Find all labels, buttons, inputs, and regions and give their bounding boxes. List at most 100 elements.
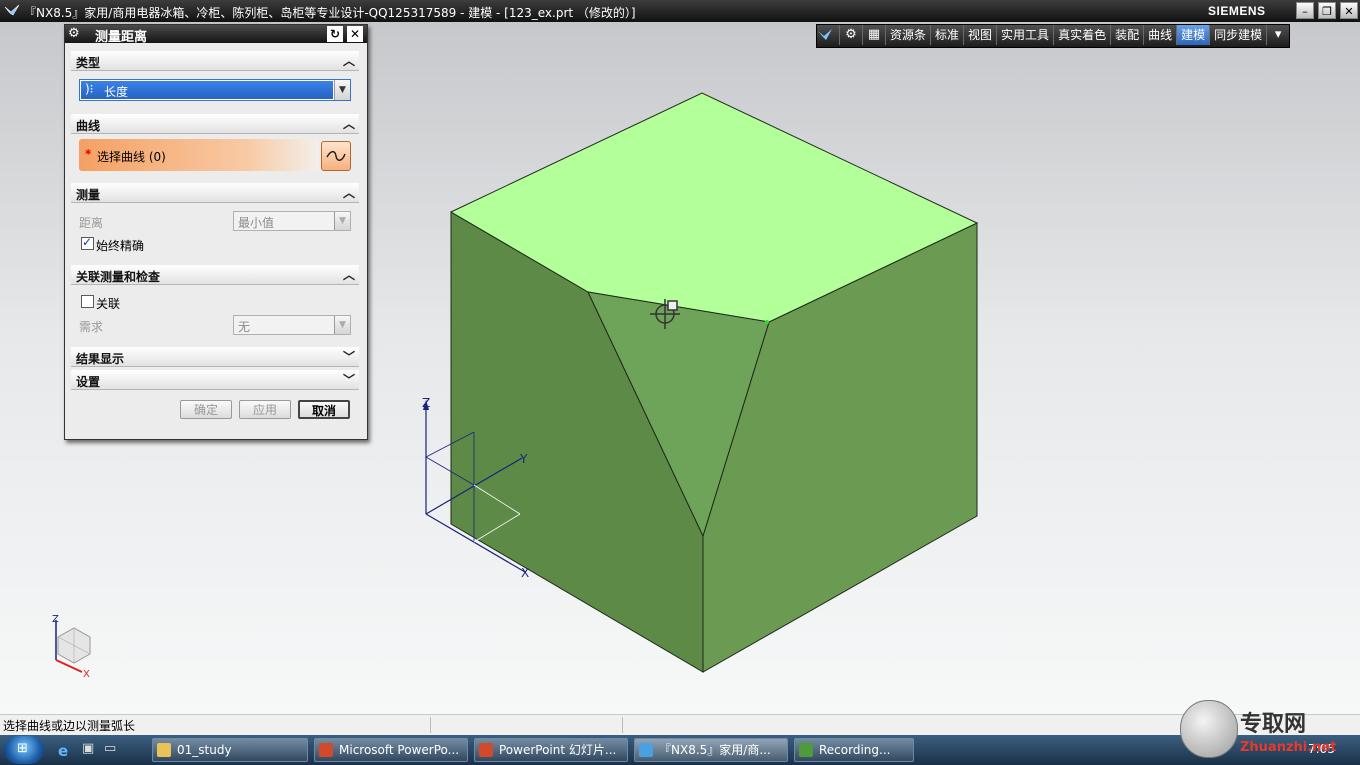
collapse-icon[interactable]: ︿ xyxy=(343,266,355,283)
task-slideshow[interactable]: PowerPoint 幻灯片... xyxy=(474,738,628,762)
task-recording[interactable]: Recording... xyxy=(794,738,914,762)
reset-icon[interactable]: ↻ xyxy=(327,26,343,42)
type-select[interactable]: )⁝ 长度 ▼ xyxy=(79,79,351,101)
chevron-down-icon[interactable]: ▼ xyxy=(334,212,350,230)
nx-icon xyxy=(639,743,653,757)
toolbar-tab-view[interactable]: 视图 xyxy=(964,25,998,45)
requirement-select[interactable]: 无 ▼ xyxy=(233,315,351,335)
apply-button[interactable]: 应用 xyxy=(239,400,291,419)
requirement-value: 无 xyxy=(238,320,251,334)
distance-select[interactable]: 最小值 ▼ xyxy=(233,211,351,231)
ie-icon[interactable]: e xyxy=(58,742,68,760)
collapse-icon[interactable]: ︿ xyxy=(343,115,355,132)
wcs-axis-z-label: Z xyxy=(422,396,430,410)
always-accurate-label: 始终精确 xyxy=(96,239,145,253)
watermark-ball-icon xyxy=(1180,700,1238,758)
associative-checkbox[interactable] xyxy=(81,295,94,308)
close-button[interactable]: ✕ xyxy=(1340,2,1358,19)
curve-icon xyxy=(326,150,346,161)
wcs-axis-x-label: X xyxy=(521,566,529,580)
folder-icon xyxy=(157,743,171,757)
distance-value: 最小值 xyxy=(238,216,275,230)
nx-menu-icon[interactable] xyxy=(817,25,840,45)
section-measure-header[interactable]: 测量 ︿ xyxy=(71,183,359,203)
section-type-header[interactable]: 类型 ︿ xyxy=(71,51,359,71)
section-assoc-header[interactable]: 关联测量和检查 ︿ xyxy=(71,265,359,285)
watermark-cn: 专取网 xyxy=(1240,711,1307,737)
cancel-button[interactable]: 取消 xyxy=(298,400,350,419)
toolbar-tab-resource[interactable]: 资源条 xyxy=(886,25,932,45)
expand-icon[interactable]: ﹀ xyxy=(343,348,355,365)
required-marker: * xyxy=(85,147,92,161)
associative-label: 关联 xyxy=(96,297,121,311)
chevron-down-icon[interactable]: ▼ xyxy=(334,316,350,334)
status-divider xyxy=(430,717,431,733)
section-assoc-label: 关联测量和检查 xyxy=(76,270,161,284)
minimize-button[interactable]: – xyxy=(1296,2,1314,19)
task-powerpoint[interactable]: Microsoft PowerPo... xyxy=(314,738,468,762)
curve-picker-button[interactable] xyxy=(321,141,351,171)
select-curve-label: 选择曲线 (0) xyxy=(97,150,166,164)
taskbar: ⊞ e ▣ ▭ 01_study Microsoft PowerPo... Po… xyxy=(0,735,1360,765)
toolbar-tab-assembly[interactable]: 装配 xyxy=(1111,25,1145,45)
powerpoint-icon xyxy=(319,743,333,757)
expand-icon[interactable]: ﹀ xyxy=(343,371,355,388)
task-folder-study[interactable]: 01_study xyxy=(152,738,308,762)
grid-icon[interactable]: ▦ xyxy=(863,25,886,45)
watermark-url: Zhuanzhi.net xyxy=(1240,740,1337,755)
toolbar-tab-curve[interactable]: 曲线 xyxy=(1144,25,1178,45)
check-icon: ✓ xyxy=(82,235,93,249)
wcs-axis-y-label: Y xyxy=(519,452,528,466)
task-label: 01_study xyxy=(177,743,232,757)
collapse-icon[interactable]: ︿ xyxy=(343,52,355,69)
triad-axis-x-label: X xyxy=(83,669,90,680)
restore-button[interactable]: ❐ xyxy=(1318,2,1336,19)
section-curve-label: 曲线 xyxy=(76,119,101,133)
start-button[interactable]: ⊞ xyxy=(4,736,44,764)
toolbar-tab-utility[interactable]: 实用工具 xyxy=(997,25,1055,45)
toolbar-overflow-icon[interactable]: ▾ xyxy=(1267,25,1289,45)
window-title: 『NX8.5』家用/商用电器冰箱、冷柜、陈列柜、岛柜等专业设计-QQ125317… xyxy=(24,6,636,20)
dialog-gear-icon[interactable]: ⚙ xyxy=(68,26,80,41)
toolbar-tab-modeling[interactable]: 建模 xyxy=(1177,25,1211,45)
status-text: 选择曲线或边以测量弧长 xyxy=(3,719,136,733)
always-accurate-checkbox[interactable]: ✓ xyxy=(81,235,94,250)
length-icon: )⁝ xyxy=(85,82,94,96)
task-label: PowerPoint 幻灯片... xyxy=(499,743,617,757)
section-results-header[interactable]: 结果显示 ﹀ xyxy=(71,347,359,367)
brand-label: SIEMENS xyxy=(1208,4,1266,18)
task-nx[interactable]: 『NX8.5』家用/商... xyxy=(634,738,788,762)
dialog-close-icon[interactable]: ✕ xyxy=(347,26,363,42)
select-curve-row[interactable]: * 选择曲线 (0) xyxy=(79,139,319,171)
section-type-label: 类型 xyxy=(76,56,101,70)
gear-icon[interactable]: ⚙ xyxy=(840,25,863,45)
type-value: 长度 xyxy=(104,85,129,99)
collapse-icon[interactable]: ︿ xyxy=(343,184,355,201)
view-triad-icon: Z X xyxy=(52,614,91,680)
dialog-title: 测量距离 xyxy=(95,30,148,45)
title-bar: 『NX8.5』家用/商用电器冰箱、冷柜、陈列柜、岛柜等专业设计-QQ125317… xyxy=(0,0,1360,22)
requirement-label: 需求 xyxy=(79,320,104,334)
section-curve-header[interactable]: 曲线 ︿ xyxy=(71,114,359,134)
section-settings-label: 设置 xyxy=(76,375,101,389)
task-label: 『NX8.5』家用/商... xyxy=(659,743,771,757)
main-toolbar: ⚙ ▦ 资源条 标准 视图 实用工具 真实着色 装配 曲线 建模 同步建模 ▾ xyxy=(816,24,1291,48)
task-label: Microsoft PowerPo... xyxy=(339,743,460,757)
monitor-icon[interactable]: ▭ xyxy=(104,741,116,756)
triad-axis-z-label: Z xyxy=(52,614,59,625)
measure-distance-dialog: ⚙ 测量距离 ↻ ✕ 类型 ︿ )⁝ 长度 ▼ 曲线 ︿ * 选择曲线 (0) … xyxy=(64,24,368,440)
toolbar-tab-sync-modeling[interactable]: 同步建模 xyxy=(1210,25,1268,45)
dialog-title-bar[interactable]: ⚙ 测量距离 ↻ ✕ xyxy=(65,25,367,45)
toolbar-tab-true-shading[interactable]: 真实着色 xyxy=(1054,25,1112,45)
chevron-down-icon[interactable]: ▼ xyxy=(334,80,350,100)
task-label: Recording... xyxy=(819,743,891,757)
windows-logo-icon: ⊞ xyxy=(17,741,28,756)
toolbar-tab-standard[interactable]: 标准 xyxy=(931,25,965,45)
show-desktop-icon[interactable]: ▣ xyxy=(82,741,94,756)
section-settings-header[interactable]: 设置 ﹀ xyxy=(71,370,359,390)
nx-logo-icon xyxy=(4,4,20,16)
ok-button[interactable]: 确定 xyxy=(180,400,232,419)
recording-icon xyxy=(799,743,813,757)
section-results-label: 结果显示 xyxy=(76,352,125,366)
distance-label: 距离 xyxy=(79,216,104,230)
